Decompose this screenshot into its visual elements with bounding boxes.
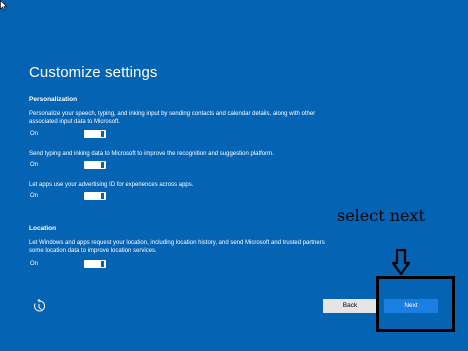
page-title: Customize settings: [29, 64, 158, 81]
personalization-header: Personalization: [29, 96, 78, 103]
toggle-knob: [101, 261, 104, 267]
setting-location-toggle[interactable]: [84, 260, 106, 268]
setting-location-text: Let Windows and apps request your locati…: [29, 240, 325, 254]
setting-speech-inking-toggle[interactable]: [84, 130, 106, 138]
setting-typing-data-text: Send typing and inking data to Microsoft…: [29, 151, 274, 157]
annotation-highlight-box: [376, 276, 455, 332]
setting-speech-inking-text: Personalize your speech, typing, and ink…: [29, 111, 316, 125]
back-button[interactable]: Back: [323, 299, 377, 313]
location-header: Location: [29, 225, 57, 232]
setting-speech-inking-state: On: [30, 131, 39, 137]
ease-of-access-icon[interactable]: [32, 299, 46, 313]
annotation-text: select next: [337, 206, 425, 225]
toggle-knob: [101, 131, 104, 137]
setting-advertising-id-state: On: [30, 193, 39, 199]
setting-advertising-id-toggle[interactable]: [84, 192, 106, 200]
toggle-knob: [101, 162, 104, 168]
setting-typing-data-toggle[interactable]: [84, 161, 106, 169]
down-arrow-icon: [392, 249, 410, 275]
toggle-knob: [101, 193, 104, 199]
setting-advertising-id-text: Let apps use your advertising ID for exp…: [29, 182, 194, 188]
setting-location-state: On: [30, 261, 39, 267]
mouse-cursor-icon: [0, 0, 8, 11]
setting-typing-data-state: On: [30, 162, 39, 168]
